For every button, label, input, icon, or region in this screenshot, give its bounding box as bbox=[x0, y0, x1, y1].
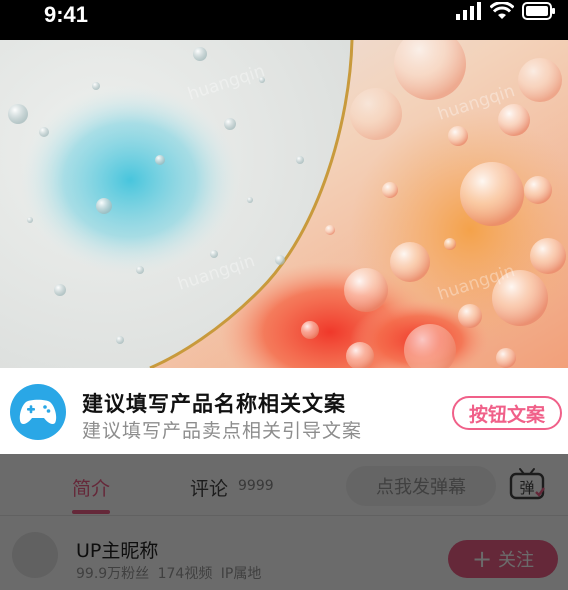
gamepad-icon bbox=[10, 384, 66, 440]
tab-active-indicator bbox=[72, 510, 110, 514]
banner-image[interactable]: huangqin huangqin huangqin huangqin bbox=[0, 40, 568, 368]
signal-icon bbox=[456, 2, 481, 20]
promo-title: 建议填写产品名称相关文案 bbox=[82, 392, 346, 416]
tab-intro[interactable]: 简介 bbox=[72, 474, 110, 501]
status-icons bbox=[456, 0, 556, 22]
danmaku-input[interactable]: 点我发弹幕 bbox=[346, 466, 496, 506]
uploader-name[interactable]: UP主昵称 bbox=[76, 536, 158, 563]
status-bar: 9:41 bbox=[0, 0, 568, 40]
plus-icon: + bbox=[471, 545, 493, 573]
tab-comments[interactable]: 评论 bbox=[190, 474, 228, 501]
tab-bar: 简介 评论 9999 点我发弹幕 弹 bbox=[0, 454, 568, 516]
promo-card[interactable]: 建议填写产品名称相关文案 建议填写产品卖点相关引导文案 按钮文案 bbox=[0, 368, 568, 454]
status-time: 9:41 bbox=[44, 2, 89, 27]
uploader-row: UP主昵称 99.9万粉丝 174视频 IP属地 + 关注 bbox=[0, 516, 568, 590]
promo-action-button[interactable]: 按钮文案 bbox=[452, 396, 562, 430]
wifi-icon bbox=[490, 2, 514, 19]
promo-subtitle: 建议填写产品卖点相关引导文案 bbox=[82, 420, 363, 442]
follow-label: 关注 bbox=[498, 550, 535, 571]
battery-icon bbox=[522, 2, 555, 20]
danmaku-icon: 弹 bbox=[509, 468, 545, 500]
danmaku-toggle-button[interactable]: 弹 bbox=[508, 466, 546, 502]
avatar[interactable] bbox=[12, 532, 58, 578]
follow-button[interactable]: + 关注 bbox=[448, 540, 558, 578]
danmaku-toggle-label: 弹 bbox=[519, 479, 534, 497]
video-detail-page: 简介 评论 9999 点我发弹幕 弹 UP主昵称 99.9万粉丝 174视频 I… bbox=[0, 454, 568, 590]
comments-count: 9999 bbox=[238, 478, 274, 494]
uploader-stats: 99.9万粉丝 174视频 IP属地 bbox=[76, 566, 262, 582]
